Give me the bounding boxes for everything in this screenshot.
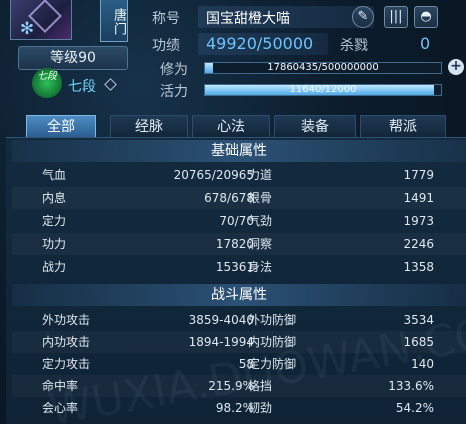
character-panel: ✻ 唐门 等级90 七段 七段 称号 国宝甜橙大喵 ✎ ||| ◓ 功绩 499… — [0, 0, 466, 424]
basic-attributes-heading: 基础属性 — [12, 140, 466, 162]
add-cultivation-button[interactable]: + — [448, 59, 464, 75]
kill-label: 杀戮 — [340, 38, 368, 54]
rank-badge-icon: 七段 — [32, 68, 62, 98]
kill-value: 0 — [420, 34, 431, 53]
settings-gear-icon[interactable]: ✻ — [18, 20, 36, 38]
vitality-text: 11640/12000 — [289, 84, 357, 95]
tab-bar: 全部 经脉 心法 装备 帮派 — [26, 115, 466, 137]
table-row: 命中率 215.9% 格挡 133.6% — [12, 375, 466, 397]
attribute-panel: WUXIA.DUOWAN.COM 基础属性 气血 20765/20965 力道 17… — [6, 137, 466, 424]
vitality-bar: 11640/12000 — [204, 84, 442, 96]
cultivation-label: 修为 — [160, 62, 188, 78]
tab-all[interactable]: 全部 — [26, 115, 96, 137]
cultivation-bar: 17860435/500000000 — [204, 62, 442, 74]
level-label: 等级90 — [18, 46, 128, 70]
barcode-icon[interactable]: ||| — [384, 6, 408, 28]
vitality-label: 活力 — [160, 84, 188, 100]
tab-skills[interactable]: 心法 — [192, 115, 270, 137]
tab-meridian[interactable]: 经脉 — [110, 115, 188, 137]
table-row: 内功攻击 1894-1994 内功防御 1685 — [12, 331, 466, 353]
table-row: 会心率 98.2% 韧劲 54.2% — [42, 401, 434, 415]
cultivation-text: 17860435/500000000 — [267, 62, 379, 73]
table-row: 定力攻击 58 定力防御 140 — [42, 357, 434, 371]
table-row: 气血 20765/20965 力道 1779 — [42, 168, 434, 182]
merit-label: 功绩 — [152, 38, 180, 54]
title-value: 国宝甜橙大喵 — [206, 11, 290, 27]
table-row: 定力 70/70 气劲 1973 — [42, 214, 434, 228]
title-label: 称号 — [152, 11, 180, 27]
rank-diamond-icon — [104, 78, 117, 91]
merit-value: 49920/50000 — [206, 34, 314, 53]
pet-icon[interactable]: ◓ — [414, 6, 438, 28]
table-row: 内息 678/678 根骨 1491 — [12, 187, 466, 209]
rank-text: 七段 — [68, 79, 96, 95]
brush-icon[interactable]: ✎ — [352, 6, 374, 28]
table-row: 战力 15361 身法 1358 — [42, 260, 434, 274]
sect-label: 唐门 — [100, 0, 128, 42]
combat-attributes-heading: 战斗属性 — [12, 284, 466, 306]
table-row: 外功攻击 3859-4040 外功防御 3534 — [42, 313, 434, 327]
table-row: 功力 17820 洞察 2246 — [12, 233, 466, 255]
tab-guild[interactable]: 帮派 — [360, 115, 446, 137]
tab-equipment[interactable]: 装备 — [274, 115, 356, 137]
